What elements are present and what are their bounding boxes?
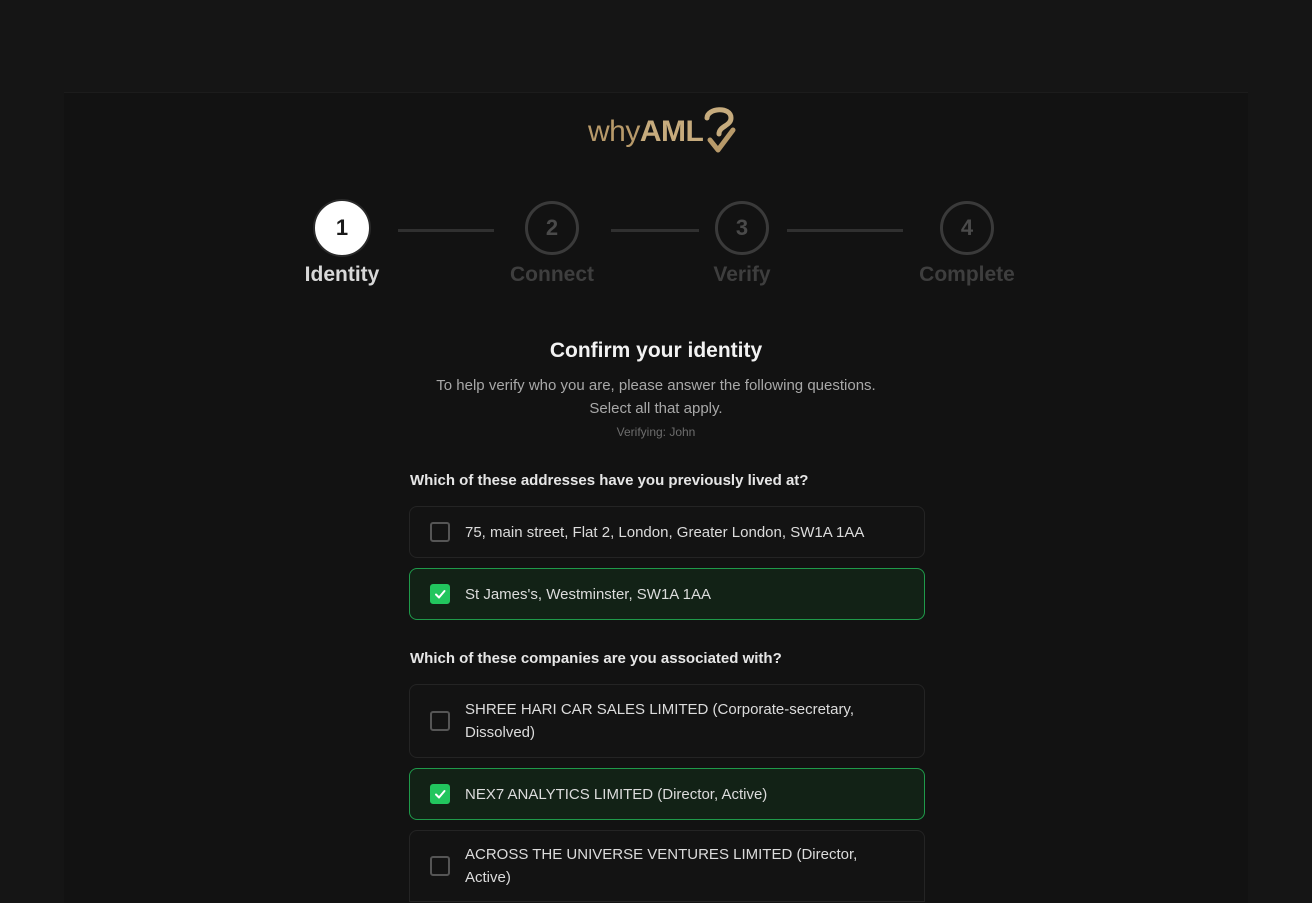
option-label: SHREE HARI CAR SALES LIMITED (Corporate-… <box>465 701 854 741</box>
step-complete: 4 Complete <box>906 201 1028 287</box>
address-option[interactable]: 75, main street, Flat 2, London, Greater… <box>409 506 925 558</box>
subtitle-line: To help verify who you are, please answe… <box>436 377 876 394</box>
checkbox[interactable] <box>430 584 450 604</box>
logo-aml-text: AML <box>639 115 704 148</box>
checkbox[interactable] <box>430 856 450 876</box>
page-subtitle: To help verify who you are, please answe… <box>0 374 1312 420</box>
question-check-icon <box>704 107 736 153</box>
step-number-circle: 4 <box>940 201 994 255</box>
verifying-name: Verifying: John <box>616 425 696 439</box>
check-icon <box>435 590 446 599</box>
checkbox[interactable] <box>430 522 450 542</box>
step-number-circle: 3 <box>715 201 769 255</box>
checkbox[interactable] <box>430 711 450 731</box>
question-companies: Which of these companies are you associa… <box>410 650 782 667</box>
option-label: 75, main street, Flat 2, London, Greater… <box>465 523 865 541</box>
company-option[interactable]: ACROSS THE UNIVERSE VENTURES LIMITED (Di… <box>409 830 925 902</box>
step-label: Complete <box>919 263 1015 286</box>
step-label: Identity <box>304 263 380 286</box>
step-label: Connect <box>510 263 594 286</box>
page-title: Confirm your identity <box>549 339 763 362</box>
check-icon <box>435 790 446 799</box>
logo-wordmark: whyAML <box>588 115 704 149</box>
step-label: Verify <box>713 263 771 286</box>
question-addresses: Which of these addresses have you previo… <box>410 472 809 489</box>
logo-why-text: why <box>588 115 640 148</box>
option-label: ACROSS THE UNIVERSE VENTURES LIMITED (Di… <box>465 846 858 886</box>
top-strip <box>0 0 1312 92</box>
whyaml-logo: whyAML <box>588 104 758 160</box>
step-connector-1 <box>398 229 494 232</box>
step-connect: 2 Connect <box>496 201 608 287</box>
step-connector-2 <box>611 229 699 232</box>
option-label: St James's, Westminster, SW1A 1AA <box>465 585 711 603</box>
step-identity: 1 Identity <box>292 201 392 287</box>
step-verify: 3 Verify <box>692 201 792 287</box>
step-number-circle: 2 <box>525 201 579 255</box>
option-label: NEX7 ANALYTICS LIMITED (Director, Active… <box>465 785 768 803</box>
step-number-circle: 1 <box>315 201 369 255</box>
address-option[interactable]: St James's, Westminster, SW1A 1AA <box>409 568 925 620</box>
company-option[interactable]: NEX7 ANALYTICS LIMITED (Director, Active… <box>409 768 925 820</box>
step-connector-3 <box>787 229 903 232</box>
checkbox[interactable] <box>430 784 450 804</box>
company-option[interactable]: SHREE HARI CAR SALES LIMITED (Corporate-… <box>409 684 925 758</box>
subtitle-line: Select all that apply. <box>589 400 723 417</box>
